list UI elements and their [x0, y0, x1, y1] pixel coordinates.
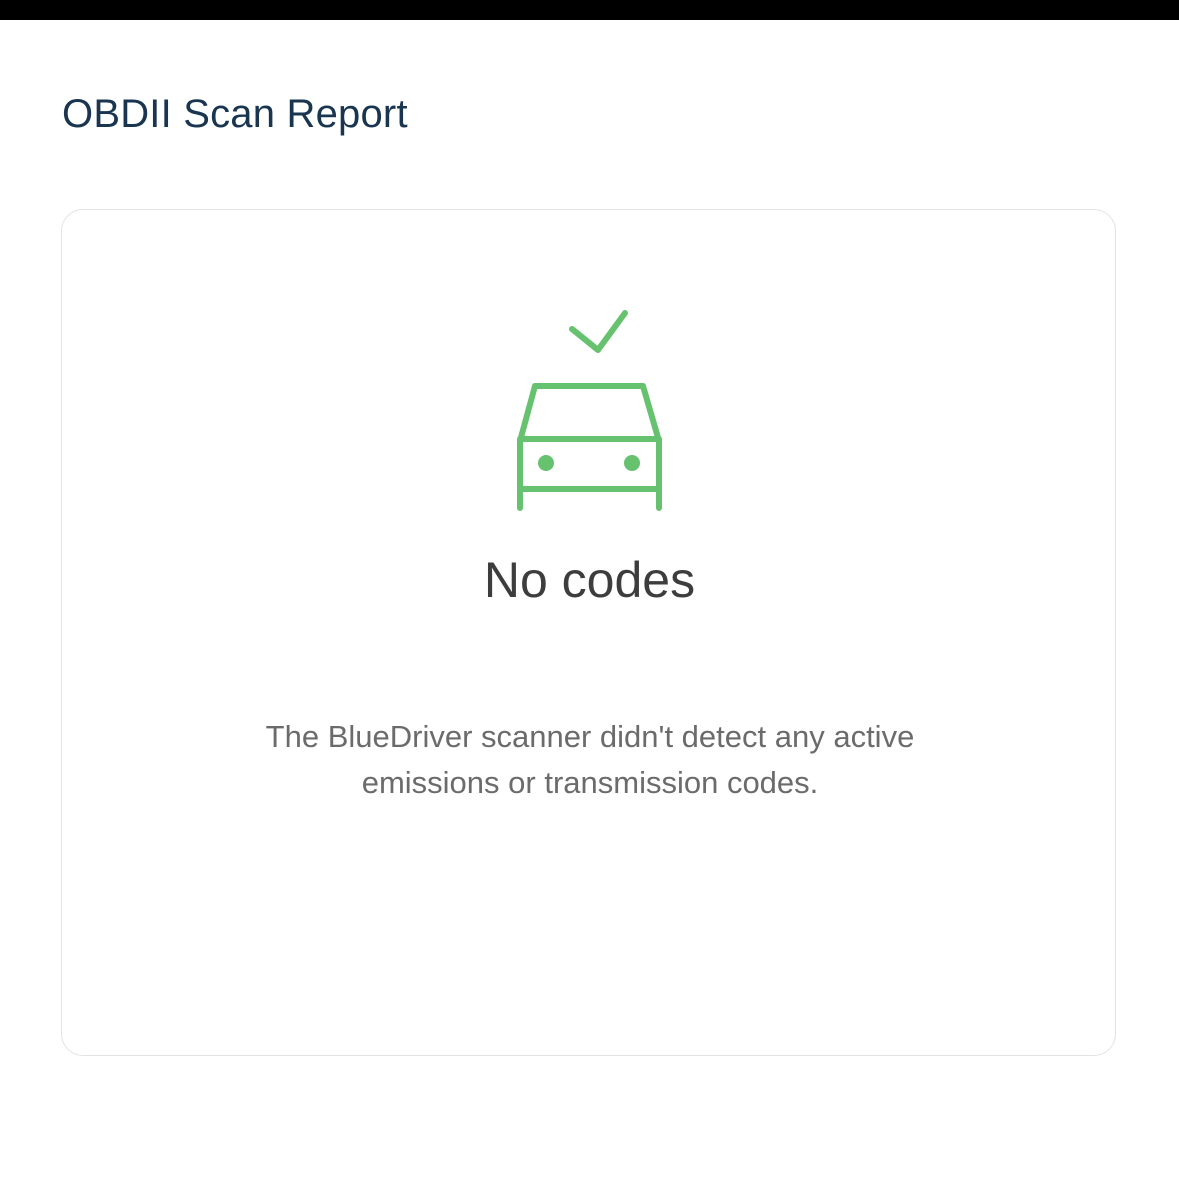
status-bar	[0, 0, 1179, 20]
status-title: No codes	[483, 552, 696, 608]
status-message: The BlueDriver scanner didn't detect any…	[265, 719, 915, 800]
page-title: OBDII Scan Report	[62, 92, 408, 136]
status-graphic	[517, 310, 662, 511]
checkmark-icon	[569, 310, 628, 353]
car-icon	[517, 383, 662, 511]
